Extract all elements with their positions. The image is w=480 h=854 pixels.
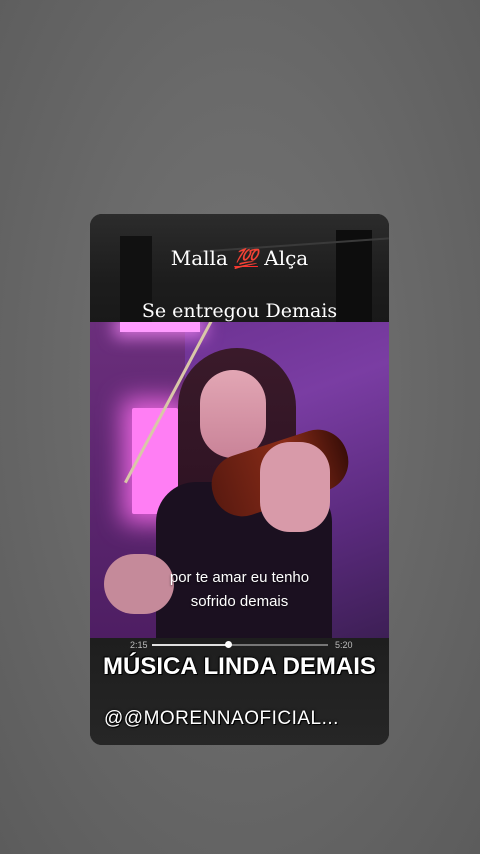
overlay-title: Malla 💯 Alça (90, 246, 389, 270)
ceiling-light (120, 322, 200, 332)
video-subtitle-line2: sofrido demais (190, 593, 289, 610)
caption-heading: MÚSICA LINDA DEMAIS (103, 653, 376, 680)
account-handle[interactable]: @@MORENNAOFICIAL... (104, 708, 376, 730)
progress-knob[interactable] (224, 641, 232, 648)
violinist-face (200, 370, 266, 458)
progress-bar[interactable] (152, 641, 328, 648)
overlay-subtitle: Se entregou Demais (141, 300, 338, 322)
hundred-points-icon: 💯 (234, 248, 258, 270)
time-elapsed: 2:15 (130, 640, 148, 650)
violinist-hand (260, 442, 330, 532)
video-subtitle: por te amar eu tenho sofrido demais (90, 566, 389, 614)
top-scene: Malla 💯 Alça Se entregou Demais (90, 214, 389, 322)
progress-fill (152, 644, 228, 646)
video-frame[interactable]: por te amar eu tenho sofrido demais (90, 322, 389, 638)
video-subtitle-line1: por te amar eu tenho (169, 569, 310, 586)
overlay-title-right: Alça (264, 246, 309, 270)
overlay-title-left: Malla (170, 246, 228, 270)
story-card[interactable]: Malla 💯 Alça Se entregou Demais por te a… (90, 214, 389, 745)
time-total: 5:20 (335, 640, 353, 650)
